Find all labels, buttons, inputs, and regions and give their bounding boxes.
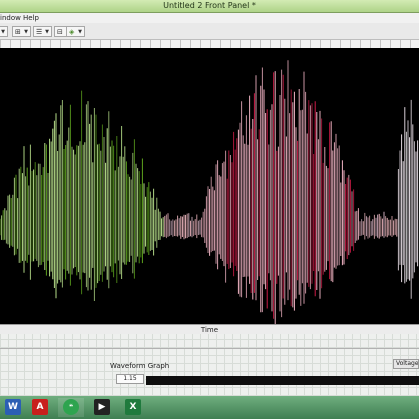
taskbar-acrobat[interactable]: A xyxy=(27,398,53,417)
window-title: Untitled 2 Front Panel * xyxy=(163,1,256,10)
resize-objects-icon: ⊟ xyxy=(57,28,63,36)
plot-legend-voltage[interactable]: Voltage xyxy=(393,359,419,369)
chevron-down-icon: ▼ xyxy=(78,29,82,35)
taskbar-hangouts[interactable]: ❝ xyxy=(58,398,84,417)
menu-help[interactable]: Help xyxy=(23,13,39,23)
scale-value-field[interactable]: 1.15 xyxy=(116,374,144,384)
front-panel-grid xyxy=(0,334,419,396)
waveform-plot-area xyxy=(0,60,419,324)
waveform-graph-label: Waveform Graph xyxy=(110,362,170,370)
media-icon: ▶ xyxy=(94,399,110,415)
panel-ruler xyxy=(0,40,419,48)
title-bar: Untitled 2 Front Panel * xyxy=(0,0,419,13)
distribute-objects-icon: ☰ xyxy=(36,28,43,36)
taskbar-media[interactable]: ▶ xyxy=(89,398,115,417)
scale-slider-track[interactable] xyxy=(146,376,419,385)
hangouts-icon: ❝ xyxy=(63,399,79,415)
grid-divider xyxy=(0,348,419,349)
acrobat-icon: A xyxy=(32,399,48,415)
chevron-down-icon: ▼ xyxy=(24,29,28,35)
chevron-down-icon: ▼ xyxy=(45,29,49,35)
waveform-graph[interactable] xyxy=(0,48,419,324)
x-axis-bar: Time xyxy=(0,324,419,334)
reorder-button[interactable]: ◈ ▼ xyxy=(66,26,85,37)
align-objects-button[interactable]: ⊞ ▼ xyxy=(12,26,31,37)
font-size-button[interactable]: ▼ xyxy=(0,26,8,37)
chevron-down-icon: ▼ xyxy=(1,29,5,35)
distribute-objects-button[interactable]: ☰ ▼ xyxy=(33,26,52,37)
word-icon: W xyxy=(5,399,21,415)
reorder-icon: ◈ xyxy=(69,28,75,36)
taskbar-word[interactable]: W xyxy=(0,398,26,417)
excel-icon: X xyxy=(125,399,141,415)
align-objects-icon: ⊞ xyxy=(15,28,21,36)
taskbar-excel[interactable]: X xyxy=(120,398,146,417)
menu-window[interactable]: indow xyxy=(0,13,21,23)
taskbar: W A ❝ ▶ X xyxy=(0,396,419,419)
x-axis-label: Time xyxy=(200,326,219,334)
toolbar: ▼ ⊞ ▼ ☰ ▼ ⊟ ▼ ◈ ▼ xyxy=(0,23,419,40)
menu-bar: indow Help xyxy=(0,13,419,23)
